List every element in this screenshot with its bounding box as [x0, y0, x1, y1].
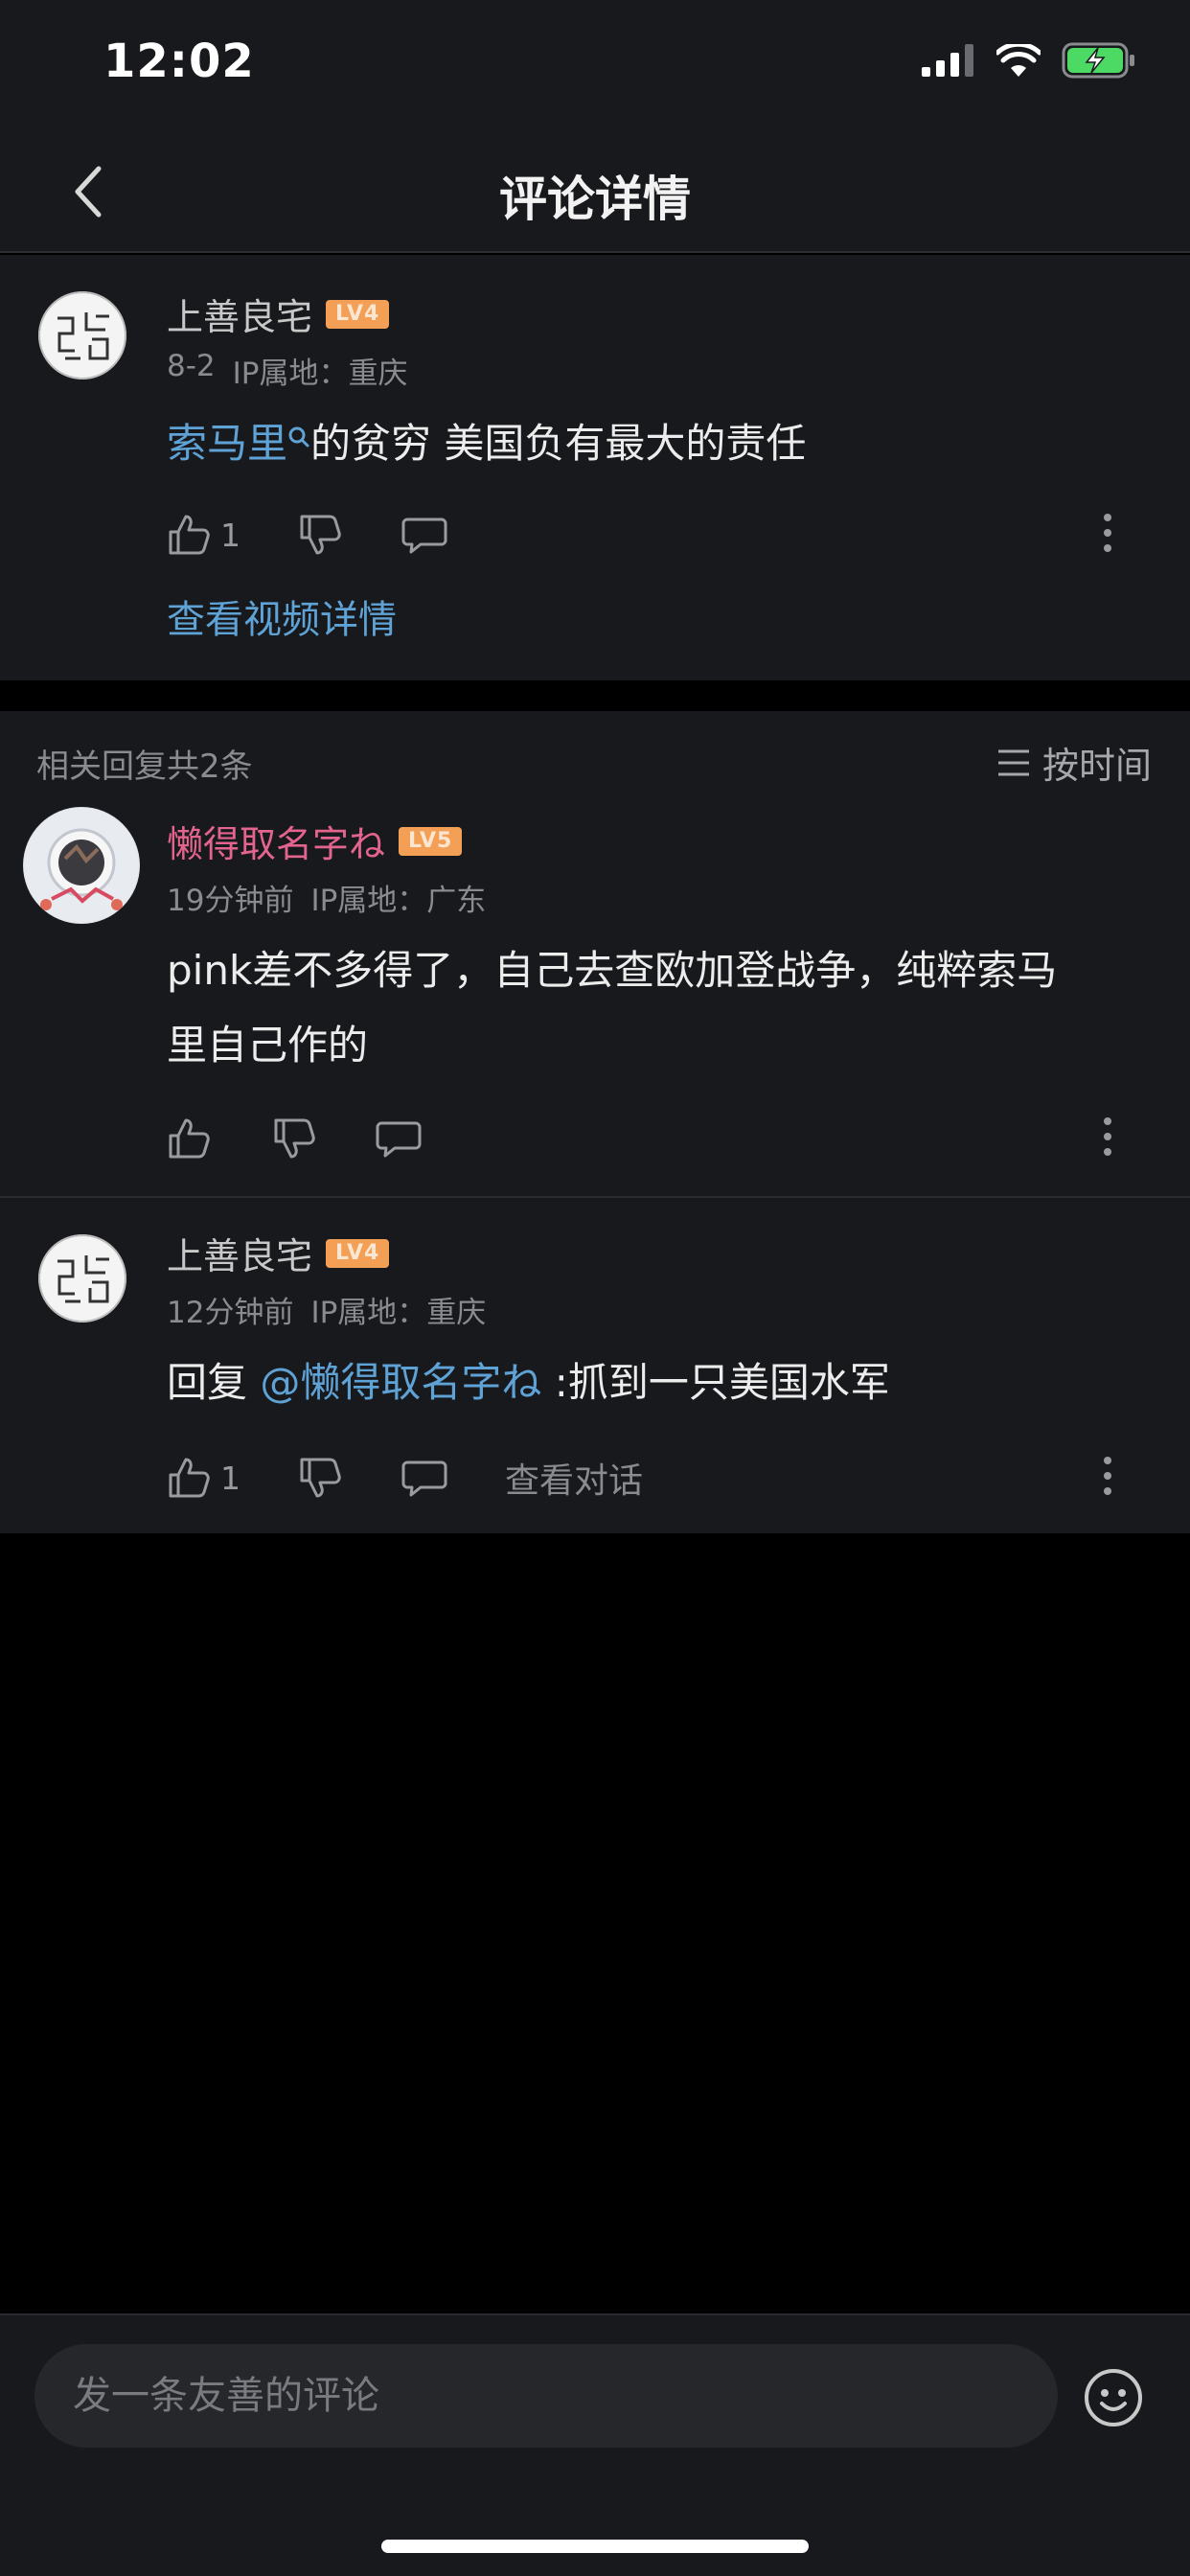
- status-bar: 12:02: [0, 0, 1190, 134]
- comment-body: :抓到一只美国水军: [541, 1359, 890, 1406]
- comment-input[interactable]: [34, 2344, 1058, 2448]
- comment-meta: 12分钟前 IP属地：重庆: [167, 1288, 486, 1331]
- main-comment-card: 上善良宅 LV4 8-2 IP属地：重庆 索马里 的贫穷 美国负有最大的责任 1 …: [0, 255, 1190, 680]
- reply-card: 懒得取名字ね LV5 19分钟前 IP属地：广东 pink差不多得了，自己去查欧…: [0, 807, 1190, 1196]
- comment-actions: 1 查看对话: [167, 1449, 1152, 1506]
- ip-location: IP属地：广东: [310, 884, 487, 918]
- more-options-icon[interactable]: [1102, 1455, 1113, 1497]
- ip-location: IP属地：重庆: [232, 356, 408, 391]
- status-icons: [922, 42, 1136, 79]
- username[interactable]: 上善良宅 LV4: [167, 1227, 390, 1279]
- level-badge: LV4: [326, 1238, 390, 1268]
- home-indicator: [381, 2540, 809, 2553]
- thumbs-up-icon: [169, 515, 210, 555]
- view-video-link[interactable]: 查看视频详情: [167, 588, 397, 644]
- avatar[interactable]: [38, 291, 126, 380]
- level-badge: LV4: [326, 299, 390, 329]
- comment-input-bar: [0, 2313, 1190, 2576]
- reply-button[interactable]: [401, 1459, 447, 1497]
- comment-actions: 1: [167, 506, 1152, 564]
- ip-location: IP属地：重庆: [310, 1296, 487, 1330]
- more-options-icon[interactable]: [1102, 1116, 1113, 1158]
- list-icon: [997, 749, 1029, 775]
- comment-text: 回复 @懒得取名字ね :抓到一只美国水军: [167, 1346, 1113, 1420]
- more-options-icon[interactable]: [1102, 512, 1113, 554]
- battery-charging-icon: [1062, 42, 1134, 79]
- page-title: 评论详情: [499, 172, 691, 227]
- reply-prefix: 回复: [167, 1359, 261, 1406]
- thumbs-up-icon: [169, 1118, 210, 1159]
- reply-button[interactable]: [376, 1119, 422, 1158]
- comment-meta: 8-2 IP属地：重庆: [167, 349, 407, 392]
- avatar[interactable]: [38, 1234, 126, 1322]
- comment-icon: [401, 1460, 447, 1497]
- comment-text: 索马里 的贫穷 美国负有最大的责任: [167, 406, 1113, 481]
- username[interactable]: 上善良宅 LV4: [167, 288, 390, 340]
- sort-button[interactable]: 按时间: [996, 736, 1152, 789]
- avatar[interactable]: [23, 807, 140, 924]
- comment-line: 里自己作的: [167, 1022, 369, 1069]
- keyword-link[interactable]: 索马里: [167, 420, 310, 467]
- comment-date: 8-2: [167, 349, 216, 383]
- comment-icon: [401, 518, 447, 554]
- reply-count: 相关回复共2条: [36, 748, 253, 786]
- username-text: 上善良宅: [167, 1235, 313, 1277]
- nav-bar: 评论详情: [0, 134, 1190, 253]
- like-button[interactable]: [167, 1116, 211, 1161]
- level-badge: LV5: [399, 826, 463, 856]
- view-dialog-link[interactable]: 查看对话: [505, 1453, 643, 1503]
- username-text: 上善良宅: [167, 296, 313, 338]
- thumbs-down-icon: [274, 1118, 315, 1159]
- reply-card: 上善良宅 LV4 12分钟前 IP属地：重庆 回复 @懒得取名字ね :抓到一只美…: [0, 1198, 1190, 1533]
- comment-line: pink差不多得了，自己去查欧加登战争，纯粹索马: [167, 947, 1058, 994]
- username[interactable]: 懒得取名字ね LV5: [167, 815, 463, 867]
- username-text: 懒得取名字ね: [167, 823, 386, 865]
- dislike-button[interactable]: [298, 1456, 342, 1500]
- status-time: 12:02: [103, 34, 255, 88]
- dislike-button[interactable]: [298, 513, 342, 557]
- reply-button[interactable]: [401, 516, 447, 554]
- like-button[interactable]: 1: [167, 513, 240, 557]
- comment-text: pink差不多得了，自己去查欧加登战争，纯粹索马 里自己作的: [167, 933, 1113, 1083]
- comment-meta: 19分钟前 IP属地：广东: [167, 876, 486, 919]
- comment-actions: [167, 1110, 1152, 1167]
- mention-link[interactable]: @懒得取名字ね: [260, 1359, 541, 1406]
- like-count: 1: [220, 516, 240, 554]
- thumbs-down-icon: [300, 515, 341, 555]
- emoji-icon[interactable]: [1083, 2367, 1144, 2428]
- comment-icon: [376, 1121, 422, 1158]
- signal-icon: [922, 44, 973, 77]
- sort-label: 按时间: [1041, 745, 1152, 787]
- comment-body: 的贫穷 美国负有最大的责任: [310, 420, 807, 467]
- comment-time: 19分钟前: [167, 884, 294, 918]
- thumbs-up-icon: [169, 1458, 210, 1498]
- replies-header: 相关回复共2条 按时间: [0, 711, 1190, 807]
- like-button[interactable]: 1: [167, 1456, 240, 1500]
- comment-time: 12分钟前: [167, 1296, 294, 1330]
- dislike-button[interactable]: [272, 1116, 316, 1161]
- search-icon: [288, 426, 309, 448]
- like-count: 1: [220, 1459, 240, 1497]
- wifi-icon: [996, 44, 1041, 77]
- thumbs-down-icon: [300, 1458, 341, 1498]
